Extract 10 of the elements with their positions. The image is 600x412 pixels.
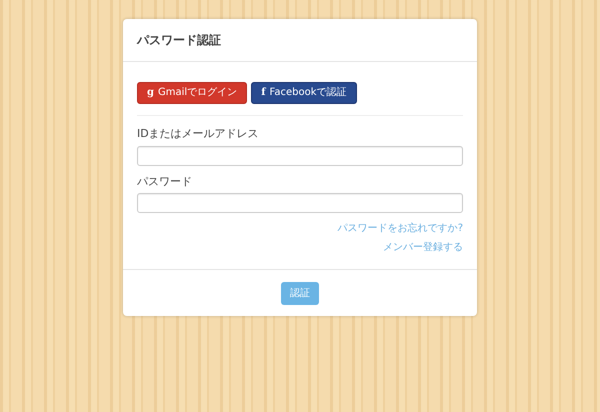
- forgot-password-link[interactable]: パスワードをお忘れですか?: [338, 221, 463, 236]
- field-label: IDまたはメールアドレス: [137, 126, 260, 142]
- submit-button[interactable]: 認証: [281, 282, 319, 305]
- gmail-login-button[interactable]: g Gmailでログイン: [137, 82, 248, 104]
- facebook-login-button[interactable]: f Facebookで認証: [251, 82, 356, 104]
- register-link[interactable]: メンバー登録する: [383, 240, 463, 255]
- card-title: パスワード認証: [137, 32, 222, 49]
- input-field[interactable]: [137, 146, 463, 166]
- field-label: パスワード: [137, 174, 193, 190]
- input-field[interactable]: [137, 193, 463, 213]
